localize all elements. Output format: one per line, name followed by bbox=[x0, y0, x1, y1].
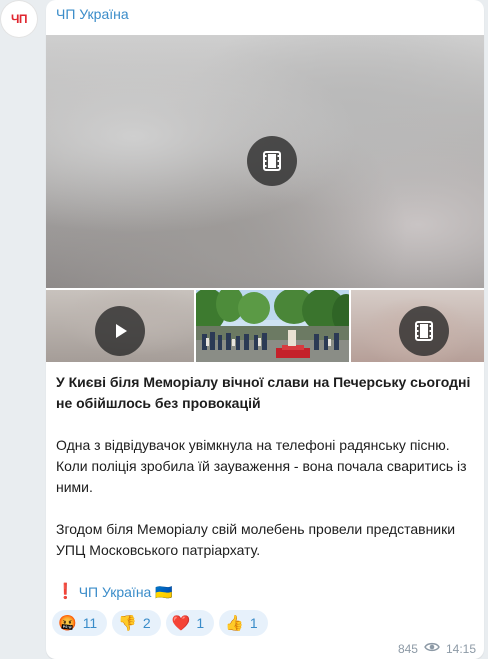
reaction-thumbs-down[interactable]: 👎 2 bbox=[112, 610, 161, 636]
reaction-angry[interactable]: 🤬 11 bbox=[52, 610, 108, 636]
message-time: 14:15 bbox=[445, 641, 476, 656]
thumbs-down-icon: 👎 bbox=[118, 614, 137, 632]
channel-link[interactable]: ЧП Україна bbox=[79, 582, 152, 602]
angry-face-icon: 🤬 bbox=[58, 614, 77, 632]
play-icon[interactable] bbox=[95, 306, 145, 356]
reaction-count: 2 bbox=[142, 615, 151, 631]
view-count: 845 bbox=[397, 641, 418, 656]
reaction-heart[interactable]: ❤️ 1 bbox=[165, 610, 215, 636]
media-thumbnails bbox=[46, 290, 484, 362]
reaction-count: 1 bbox=[249, 615, 258, 631]
eye-icon bbox=[424, 641, 440, 656]
ukraine-flag-icon: 🇺🇦 bbox=[155, 584, 173, 600]
main-video[interactable] bbox=[46, 35, 484, 288]
photo-thumbnail[interactable] bbox=[196, 290, 349, 362]
message-bubble: ЧП Україна У Києві біля Меморіалу вічної… bbox=[46, 0, 484, 659]
film-icon[interactable] bbox=[399, 306, 449, 356]
channel-name[interactable]: ЧП Україна bbox=[56, 6, 129, 22]
channel-avatar[interactable]: ЧП bbox=[1, 1, 37, 37]
heart-icon: ❤️ bbox=[171, 614, 191, 632]
exclamation-icon: ❗ bbox=[56, 583, 75, 600]
post-paragraph: Одна з відвідувачок увімкнула на телефон… bbox=[56, 437, 467, 495]
video-thumbnail[interactable] bbox=[46, 290, 194, 362]
post-paragraph: Згодом біля Меморіалу свій молебень пров… bbox=[56, 521, 456, 558]
reaction-count: 11 bbox=[82, 615, 98, 631]
post-text: У Києві біля Меморіалу вічної слави на П… bbox=[56, 372, 476, 561]
reaction-thumbs-up[interactable]: 👍 1 bbox=[219, 610, 268, 636]
post-title: У Києві біля Меморіалу вічної слави на П… bbox=[56, 374, 471, 411]
thumbs-up-icon: 👍 bbox=[225, 614, 244, 632]
film-icon[interactable] bbox=[247, 136, 297, 186]
post-signature: ❗ ЧП Україна 🇺🇦 bbox=[56, 582, 173, 602]
message-meta: 845 14:15 bbox=[398, 641, 476, 656]
reaction-count: 1 bbox=[196, 615, 205, 631]
video-thumbnail[interactable] bbox=[351, 290, 484, 362]
reactions-bar: 🤬 11 👎 2 ❤️ 1 👍 1 bbox=[52, 610, 268, 636]
avatar-text: ЧП bbox=[10, 12, 28, 26]
